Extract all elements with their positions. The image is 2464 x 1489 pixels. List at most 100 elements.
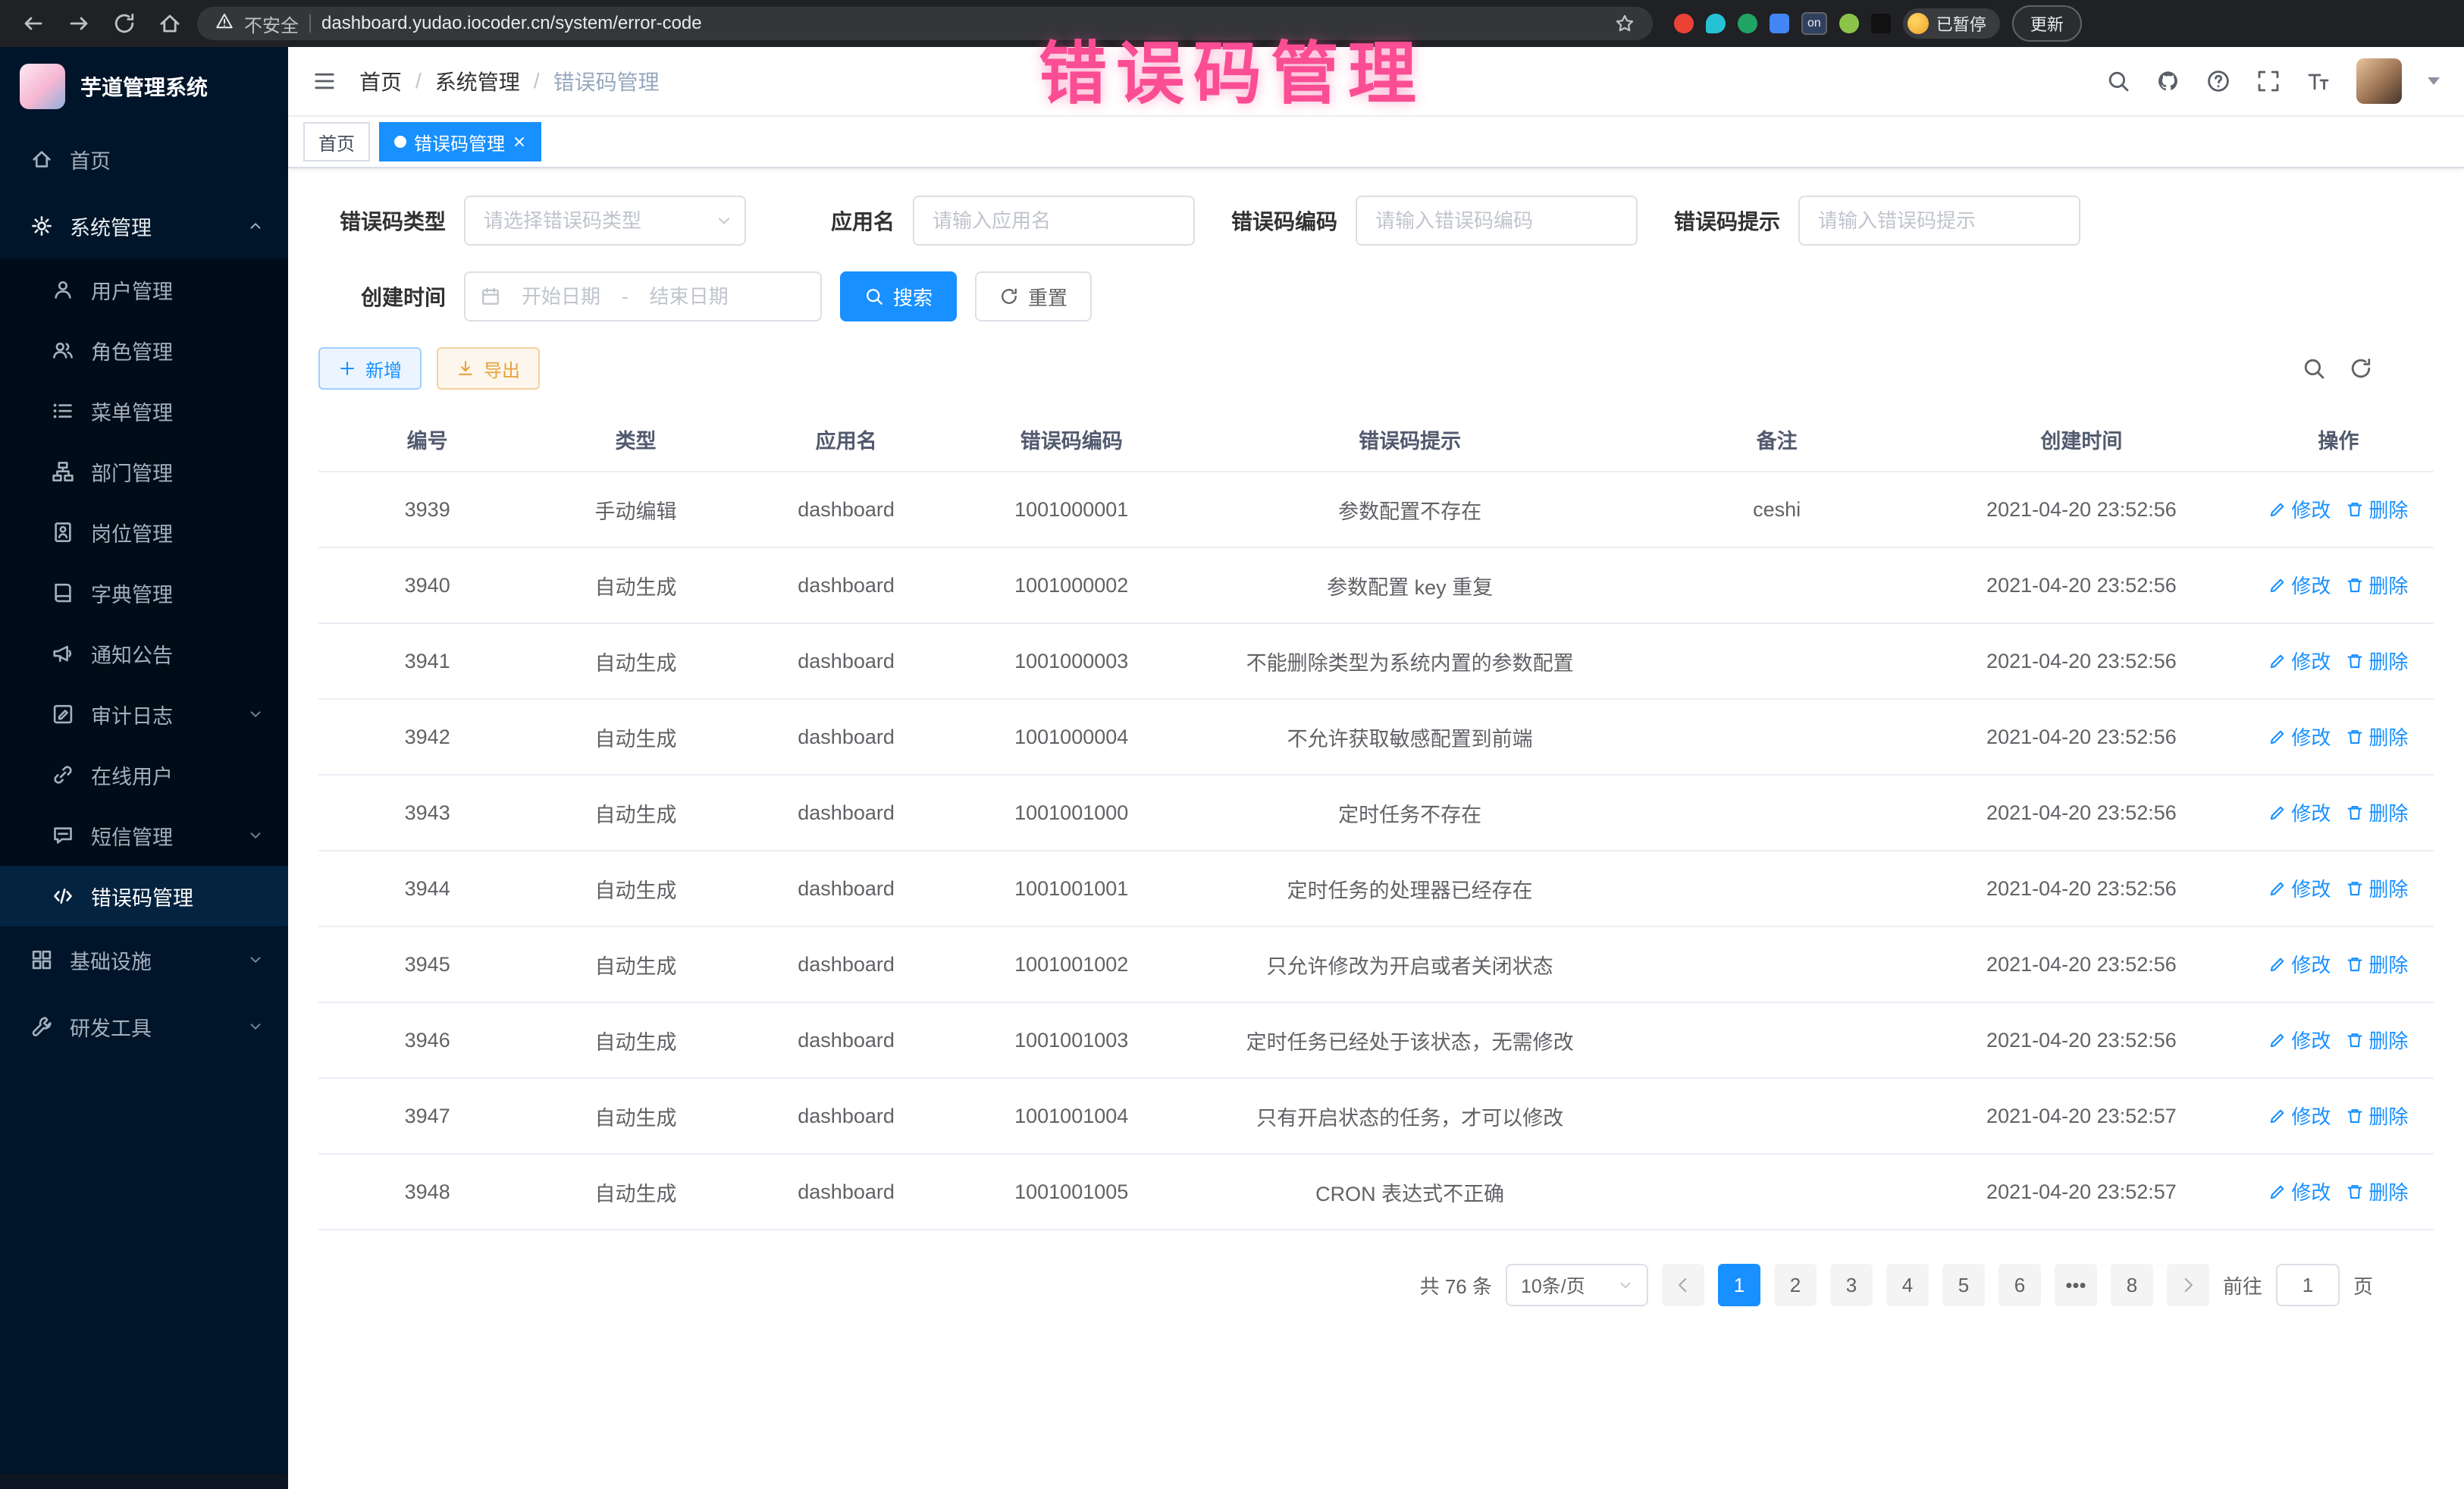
sidebar-item-infrastructure[interactable]: 基础设施: [0, 926, 288, 993]
bookmark-star-icon[interactable]: [1615, 14, 1635, 33]
edit-link[interactable]: 修改: [2268, 647, 2331, 675]
extension-icon-green[interactable]: [1738, 14, 1757, 33]
next-page-button[interactable]: [2167, 1264, 2209, 1306]
font-size-icon[interactable]: [2306, 69, 2331, 93]
extension-badge-on[interactable]: on: [1801, 12, 1827, 35]
breadcrumb-separator: /: [534, 69, 540, 93]
edit-link[interactable]: 修改: [2268, 874, 2331, 902]
prev-page-button[interactable]: [1662, 1264, 1704, 1306]
page-button-8[interactable]: 8: [2111, 1264, 2153, 1306]
export-button[interactable]: 导出: [437, 347, 540, 390]
edit-icon: [2268, 652, 2287, 670]
sidebar-item-users[interactable]: 用户管理: [0, 259, 288, 320]
close-icon[interactable]: [513, 135, 526, 149]
sidebar-item-audit-logs[interactable]: 审计日志: [0, 684, 288, 744]
sidebar-item-announcements[interactable]: 通知公告: [0, 623, 288, 684]
edit-link[interactable]: 修改: [2268, 950, 2331, 978]
edit-link[interactable]: 修改: [2268, 798, 2331, 826]
refresh-table-icon[interactable]: [2349, 356, 2373, 381]
extension-icon-blue[interactable]: [1770, 14, 1789, 33]
sidebar-item-error-codes[interactable]: 错误码管理: [0, 866, 288, 926]
col-time: 创建时间: [1920, 408, 2243, 472]
dev-tools-icon: [30, 1015, 53, 1038]
page-size-select[interactable]: 10条/页: [1506, 1264, 1648, 1306]
delete-link[interactable]: 删除: [2346, 950, 2408, 978]
user-avatar[interactable]: [2356, 58, 2402, 104]
edit-link[interactable]: 修改: [2268, 1177, 2331, 1205]
date-range-picker[interactable]: -: [464, 271, 822, 321]
hamburger-icon[interactable]: [312, 69, 337, 93]
delete-link[interactable]: 删除: [2346, 1026, 2408, 1054]
home-icon[interactable]: [158, 11, 182, 36]
fullscreen-icon[interactable]: [2256, 69, 2281, 93]
reload-icon[interactable]: [112, 11, 136, 36]
sidebar-item-departments[interactable]: 部门管理: [0, 441, 288, 502]
delete-link[interactable]: 删除: [2346, 571, 2408, 599]
sidebar-item-home[interactable]: 首页: [0, 126, 288, 193]
sidebar-item-roles[interactable]: 角色管理: [0, 320, 288, 381]
sidebar-item-system[interactable]: 系统管理: [0, 193, 288, 259]
sidebar-item-positions[interactable]: 岗位管理: [0, 502, 288, 563]
paused-label: 已暂停: [1936, 11, 1986, 36]
system-submenu: 用户管理 角色管理 菜单管理 部门管理: [0, 259, 288, 926]
breadcrumb-home[interactable]: 首页: [359, 66, 402, 96]
page-button-1[interactable]: 1: [1718, 1264, 1760, 1306]
search-button[interactable]: 搜索: [840, 271, 957, 321]
delete-link[interactable]: 删除: [2346, 1102, 2408, 1130]
app-name-input[interactable]: [913, 196, 1195, 246]
extension-icon-red[interactable]: [1674, 14, 1694, 33]
edit-link[interactable]: 修改: [2268, 723, 2331, 751]
calendar-icon: [481, 287, 500, 306]
delete-link[interactable]: 删除: [2346, 495, 2408, 523]
page-button-6[interactable]: 6: [1998, 1264, 2041, 1306]
extension-icon-teal[interactable]: [1706, 14, 1726, 33]
page-button-4[interactable]: 4: [1886, 1264, 1929, 1306]
extension-pin-icon[interactable]: [1871, 14, 1891, 33]
reset-button[interactable]: 重置: [975, 271, 1092, 321]
toggle-search-icon[interactable]: [2302, 356, 2326, 381]
extension-icon-leaf[interactable]: [1839, 14, 1859, 33]
error-type-select[interactable]: [464, 196, 746, 246]
tab-error-codes[interactable]: 错误码管理: [379, 122, 541, 161]
edit-icon: [2268, 1183, 2287, 1201]
error-type-select-input[interactable]: [464, 196, 746, 246]
error-code-input[interactable]: [1356, 196, 1638, 246]
add-button[interactable]: 新增: [318, 347, 422, 390]
edit-link[interactable]: 修改: [2268, 495, 2331, 523]
delete-link[interactable]: 删除: [2346, 798, 2408, 826]
sidebar-item-dev-tools[interactable]: 研发工具: [0, 993, 288, 1060]
sidebar-item-dictionary[interactable]: 字典管理: [0, 563, 288, 623]
end-date-input[interactable]: [635, 285, 744, 309]
back-icon[interactable]: [21, 11, 45, 36]
edit-link[interactable]: 修改: [2268, 1026, 2331, 1054]
forward-icon[interactable]: [67, 11, 91, 36]
delete-link[interactable]: 删除: [2346, 1177, 2408, 1205]
edit-link[interactable]: 修改: [2268, 1102, 2331, 1130]
page-button-3[interactable]: 3: [1830, 1264, 1873, 1306]
sidebar-item-sms[interactable]: 短信管理: [0, 805, 288, 866]
browser-update-button[interactable]: 更新: [2012, 5, 2082, 42]
edit-link[interactable]: 修改: [2268, 571, 2331, 599]
delete-link[interactable]: 删除: [2346, 874, 2408, 902]
search-icon[interactable]: [2106, 69, 2130, 93]
delete-link[interactable]: 删除: [2346, 647, 2408, 675]
page-button-5[interactable]: 5: [1942, 1264, 1985, 1306]
breadcrumb-system[interactable]: 系统管理: [435, 66, 520, 96]
edit-icon: [2268, 955, 2287, 973]
page-button-2[interactable]: 2: [1774, 1264, 1817, 1306]
delete-link[interactable]: 删除: [2346, 723, 2408, 751]
error-msg-input[interactable]: [1798, 196, 2080, 246]
github-icon[interactable]: [2156, 69, 2180, 93]
sidebar-item-menus[interactable]: 菜单管理: [0, 381, 288, 441]
start-date-input[interactable]: [506, 285, 616, 309]
profile-paused-chip[interactable]: 已暂停: [1903, 8, 2000, 39]
trash-icon: [2346, 804, 2364, 822]
page-ellipsis[interactable]: •••: [2055, 1264, 2097, 1306]
address-bar[interactable]: 不安全 dashboard.yudao.iocoder.cn/system/er…: [197, 7, 1653, 40]
goto-page-input[interactable]: [2276, 1264, 2340, 1306]
tab-home[interactable]: 首页: [303, 122, 370, 161]
help-icon[interactable]: [2206, 69, 2230, 93]
avatar-caret-icon[interactable]: [2428, 77, 2440, 85]
sidebar-item-online-users[interactable]: 在线用户: [0, 744, 288, 805]
col-id: 编号: [318, 408, 536, 472]
